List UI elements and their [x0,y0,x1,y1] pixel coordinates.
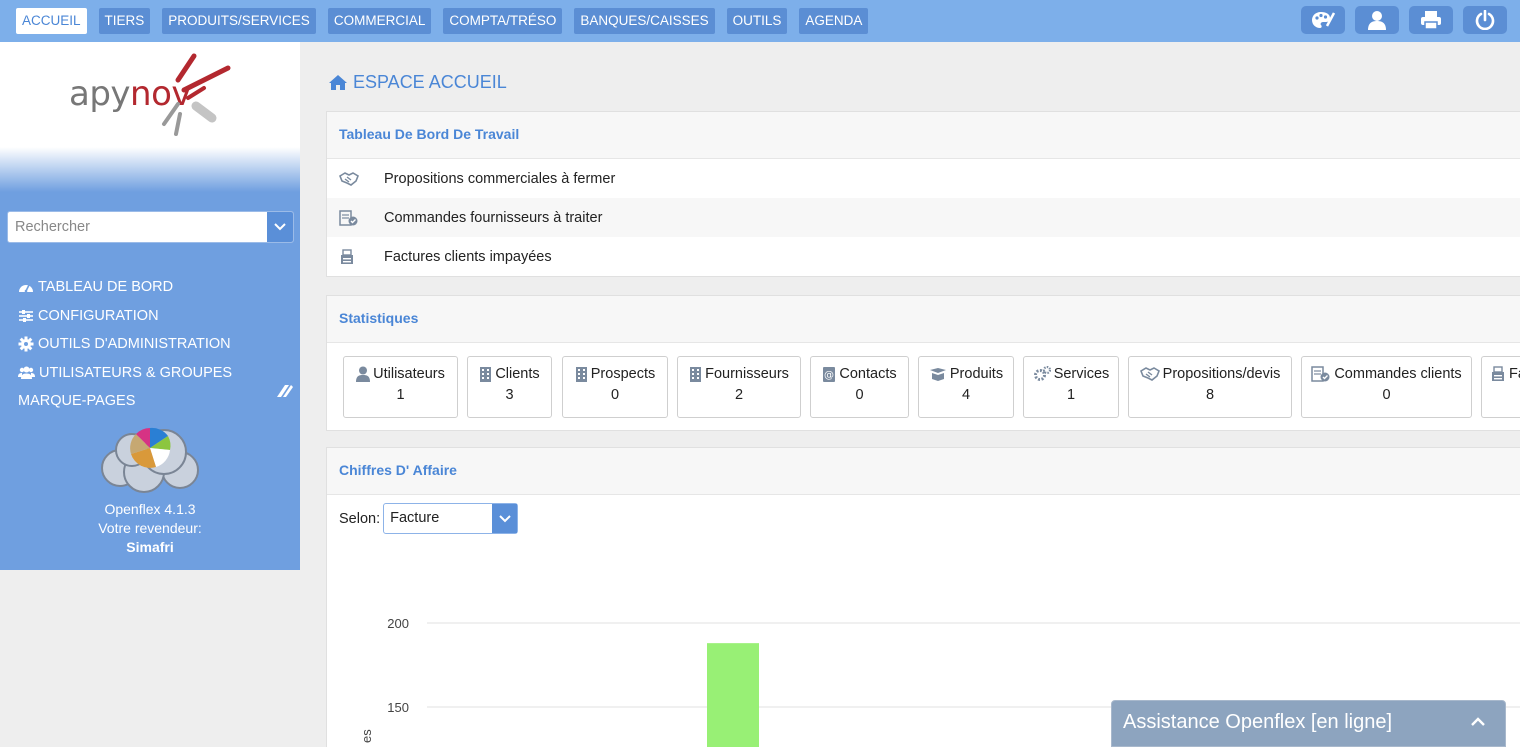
search-input[interactable] [8,212,263,242]
chevron-down-icon [274,223,286,231]
bookmark-icon [277,385,293,397]
stat-services[interactable]: Services 1 [1023,356,1119,418]
building-icon [575,367,587,382]
workboard-row-commandes-fournisseurs[interactable]: Commandes fournisseurs à traiter [327,198,1520,237]
search-dropdown-button[interactable] [267,212,293,242]
power-icon [1475,10,1495,30]
box-icon [929,368,946,381]
invoice-printer-icon [1492,366,1504,381]
sidebar-item-outils-administration[interactable]: OUTILS D'ADMINISTRATION [18,330,232,359]
profile-button[interactable] [1355,6,1399,34]
tab-agenda[interactable]: AGENDA [799,8,869,34]
stat-propositions-devis[interactable]: Propositions/devis 8 [1128,356,1292,418]
stats-panel: Statistiques Utilisateurs 1 Clients 3 Pr… [326,295,1520,431]
workboard-panel: Tableau De Bord De Travail Propositions … [326,111,1520,277]
workboard-row-propositions[interactable]: Propositions commerciales à fermer [327,159,1520,198]
logo-area: apynov [0,42,300,192]
sidebar-item-configuration[interactable]: CONFIGURATION [18,302,232,331]
sidebar-item-marque-pages[interactable]: MARQUE-PAGES [18,387,232,416]
tab-outils[interactable]: OUTILS [726,8,788,34]
tab-commercial[interactable]: COMMERCIAL [327,8,432,34]
building-icon [480,367,492,382]
home-icon [329,75,347,90]
y-tick-label: 150 [387,700,409,715]
workboard-row-factures-impayees[interactable]: Factures clients impayées [327,237,1520,276]
address-book-icon: @ [823,367,836,382]
print-button[interactable] [1409,6,1453,34]
stat-factures-partial[interactable]: Fa [1481,356,1520,418]
gears-icon [1033,366,1051,381]
sidebar-item-utilisateurs-groupes[interactable]: UTILISATEURS & GROUPES [18,359,232,388]
theme-button[interactable] [1301,6,1345,34]
gear-icon [18,336,34,352]
tab-tiers[interactable]: TIERS [98,8,151,34]
svg-text:@: @ [824,370,834,381]
tab-accueil[interactable]: ACCUEIL [16,8,87,34]
chat-title: Assistance Openflex [en ligne] [1123,711,1393,733]
assistance-chat-widget[interactable]: Assistance Openflex [en ligne] [1111,700,1506,747]
tab-produits-services[interactable]: PRODUITS/SERVICES [162,8,316,34]
stat-fournisseurs[interactable]: Fournisseurs 2 [677,356,801,418]
stat-utilisateurs[interactable]: Utilisateurs 1 [343,356,458,418]
dashboard-icon [19,284,33,293]
version-text: Openflex 4.1.3 [104,501,196,517]
sidebar: apynov TABLEAU DE BORD CONFIGURATION OUT… [0,42,300,570]
handshake-icon [1139,367,1160,381]
sidebar-item-tableau-de-bord[interactable]: TABLEAU DE BORD [18,273,232,302]
top-actions [1301,6,1507,34]
bookmark-button[interactable] [276,383,294,404]
openflex-cloud-logo-icon [101,427,199,493]
page-title: ESPACE ACCUEIL [328,72,507,93]
stat-commandes-clients[interactable]: Commandes clients 0 [1301,356,1472,418]
logo-spark-icon [162,53,231,136]
building-icon [690,367,702,382]
user-icon [1368,11,1386,30]
y-axis-label: es [359,729,374,743]
search-box [7,211,294,243]
reseller-label: Votre revendeur: [98,520,202,536]
top-bar: ACCUEIL TIERS PRODUITS/SERVICES COMMERCI… [0,0,1520,42]
stat-clients[interactable]: Clients 3 [467,356,552,418]
revenue-title: Chiffres D' Affaire [327,448,1520,495]
reseller-name: Simafri [126,539,174,555]
sidebar-menu: TABLEAU DE BORD CONFIGURATION OUTILS D'A… [18,273,232,416]
invoice-printer-icon [341,248,353,264]
stats-title: Statistiques [327,296,1520,343]
order-check-icon [339,209,358,226]
palette-icon [1312,12,1335,28]
stat-contacts[interactable]: @ Contacts 0 [810,356,909,418]
stats-list: Utilisateurs 1 Clients 3 Prospects 0 Fou… [327,343,1520,431]
user-icon [356,366,371,382]
workboard-list: Propositions commerciales à fermer Comma… [327,159,1520,276]
chevron-up-icon[interactable] [1471,717,1485,726]
logout-button[interactable] [1463,6,1507,34]
workboard-title: Tableau De Bord De Travail [327,112,1520,159]
handshake-icon [339,171,359,186]
tab-compta-treso[interactable]: COMPTA/TRÉSO [443,8,563,34]
tab-banques-caisses[interactable]: BANQUES/CAISSES [574,8,715,34]
stat-prospects[interactable]: Prospects 0 [562,356,668,418]
stat-produits[interactable]: Produits 4 [918,356,1014,418]
sliders-icon [19,309,33,322]
y-tick-label: 200 [387,616,409,631]
chart-bar [707,643,759,747]
order-check-icon [1311,366,1330,382]
version-info: Openflex 4.1.3 Votre revendeur: Simafri [0,500,300,557]
printer-icon [1421,11,1441,30]
top-navigation: ACCUEIL TIERS PRODUITS/SERVICES COMMERCI… [16,8,880,34]
users-icon [18,366,35,380]
